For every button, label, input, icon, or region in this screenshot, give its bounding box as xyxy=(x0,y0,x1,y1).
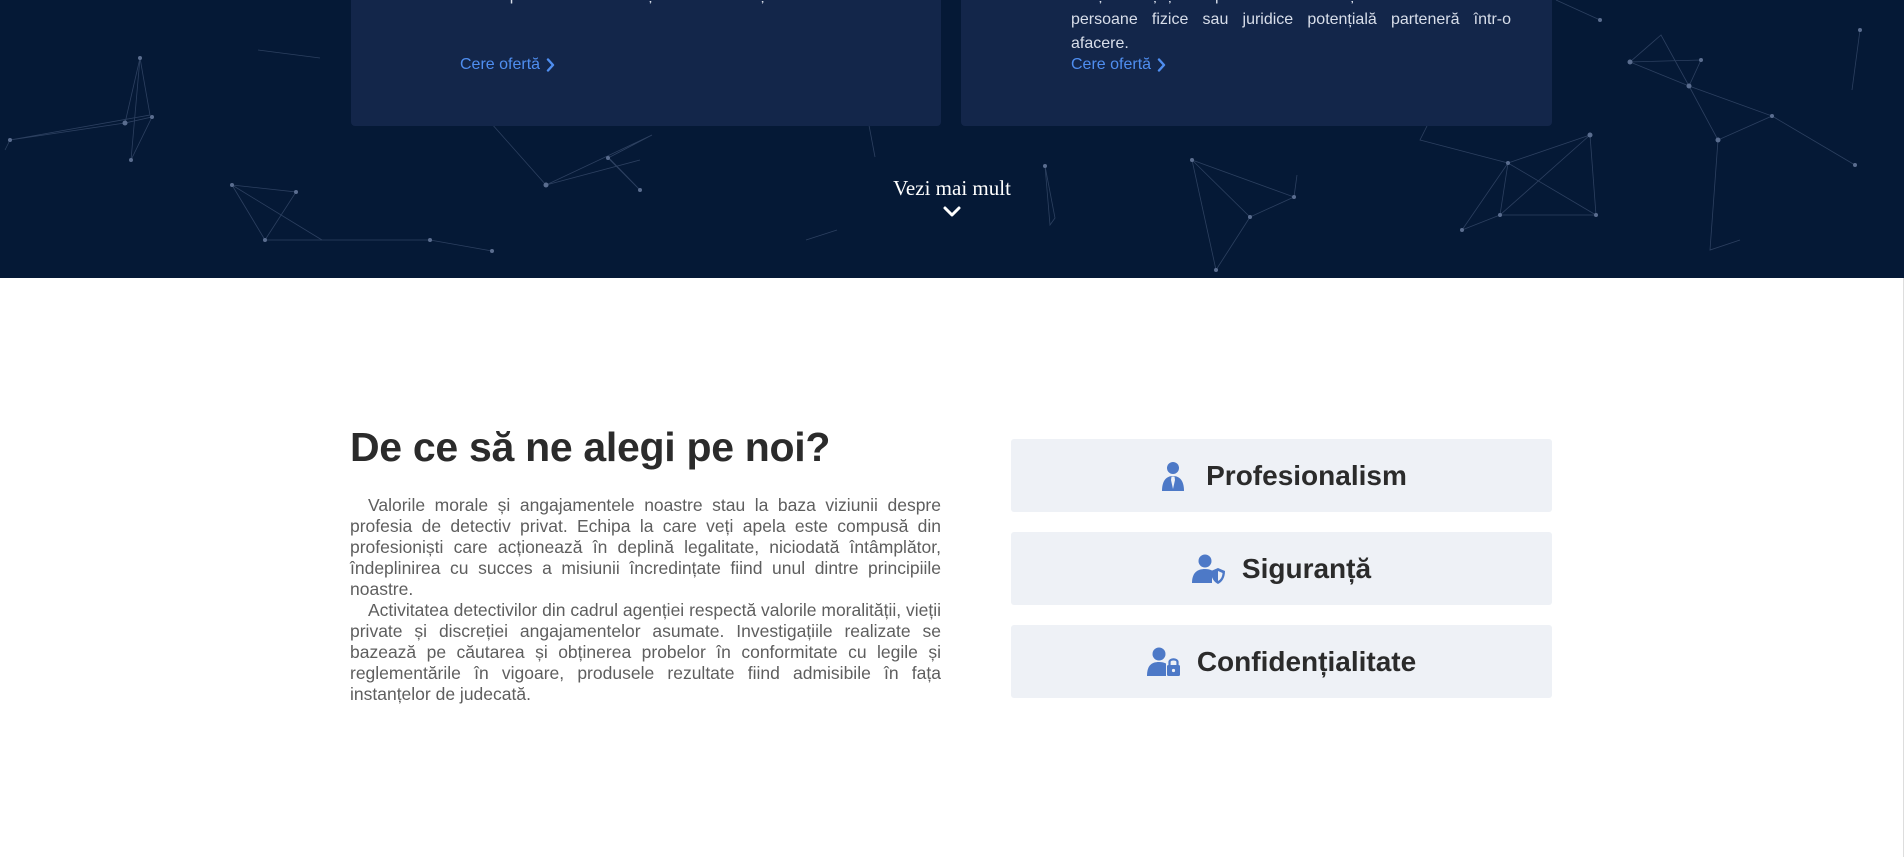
service-card: doriți să știți despre seriozitatea și s… xyxy=(961,0,1552,126)
chevron-right-icon xyxy=(546,58,555,72)
feature-confidentiality: Confidențialitate xyxy=(1011,625,1552,698)
see-more-button[interactable]: Vezi mai mult xyxy=(0,176,1904,218)
network-background-graphic xyxy=(4,0,1862,272)
user-lock-icon xyxy=(1146,647,1180,676)
see-more-label: Vezi mai mult xyxy=(893,176,1011,200)
chevron-right-icon xyxy=(1157,58,1166,72)
request-offer-link[interactable]: Cere ofertă xyxy=(1071,56,1166,74)
feature-label: Siguranță xyxy=(1241,552,1372,584)
feature-label: Profesionalism xyxy=(1206,459,1407,491)
feature-safety: Siguranță xyxy=(1011,532,1552,605)
why-us-paragraph: Activitatea detectivilor din cadrul agen… xyxy=(350,600,941,704)
service-card-description: Noi vă putem oferi informațiile de care … xyxy=(460,0,880,8)
request-offer-label: Cere ofertă xyxy=(460,56,541,73)
why-us-paragraph: Valorile morale și angajamentele noastre… xyxy=(350,495,941,599)
why-us-title: De ce să ne alegi pe noi? xyxy=(350,424,831,470)
page: Noi vă putem oferi informațiile de care … xyxy=(0,0,1904,857)
chevron-down-icon xyxy=(943,206,961,217)
feature-professionalism: Profesionalism xyxy=(1011,439,1552,512)
service-card-description: doriți să știți despre seriozitatea și s… xyxy=(1071,0,1511,52)
request-offer-label: Cere ofertă xyxy=(1071,56,1152,73)
feature-label: Confidențialitate xyxy=(1196,645,1417,677)
request-offer-link[interactable]: Cere ofertă xyxy=(460,56,555,74)
user-shield-icon xyxy=(1191,554,1225,584)
services-hero-section: Noi vă putem oferi informațiile de care … xyxy=(0,0,1904,278)
why-us-description: Valorile morale și angajamentele noastre… xyxy=(350,495,941,705)
service-card: Noi vă putem oferi informațiile de care … xyxy=(351,0,941,126)
user-tie-icon xyxy=(1162,461,1185,491)
